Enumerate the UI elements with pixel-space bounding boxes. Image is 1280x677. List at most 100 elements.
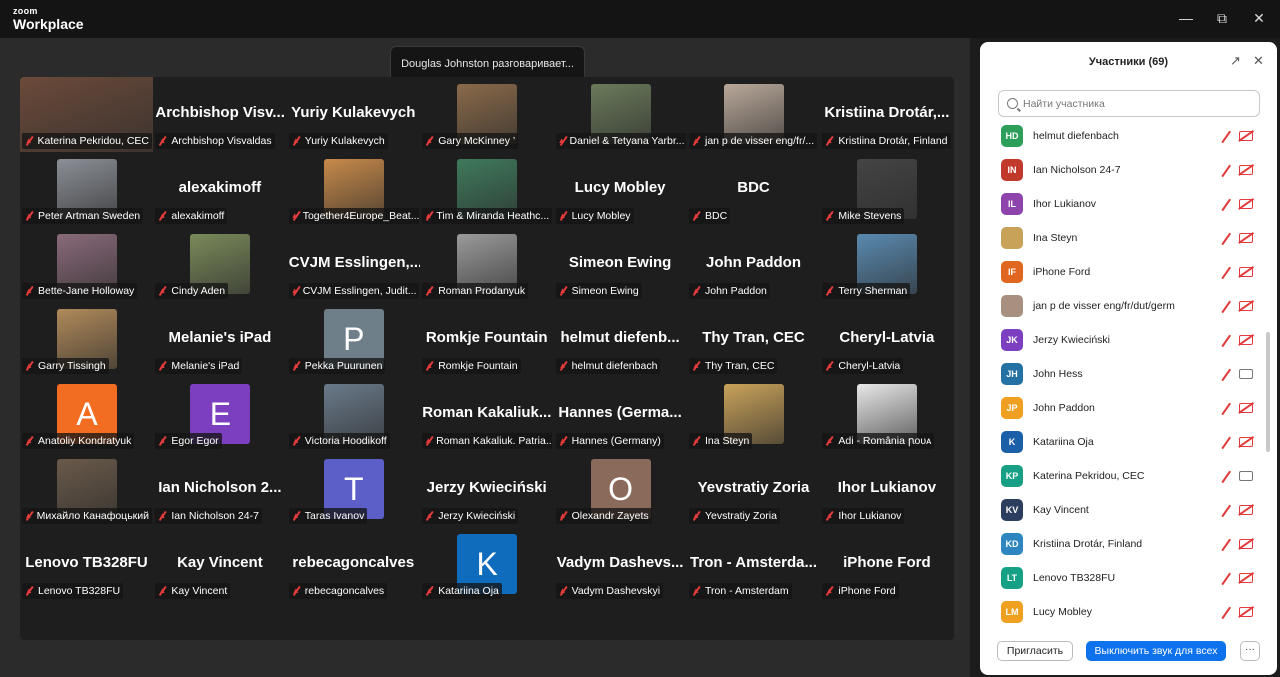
- muted-mic-icon[interactable]: [1219, 367, 1233, 381]
- video-tile[interactable]: ▲ Together4Europe_Beat...: [286, 152, 420, 227]
- video-tile[interactable]: K ▲ Katariina Oja: [420, 527, 554, 602]
- video-tile[interactable]: O ▲ Olexandr Zayets: [553, 452, 687, 527]
- video-tile[interactable]: ▲ Михайло Канафоцький: [20, 452, 153, 527]
- participant-row[interactable]: JP John Paddon: [980, 391, 1265, 425]
- video-tile[interactable]: CVJM Esslingen,... ▲ CVJM Esslingen, Judit…: [286, 227, 420, 302]
- participant-row[interactable]: LM Lucy Mobley: [980, 595, 1265, 629]
- close-icon[interactable]: ✕: [1249, 9, 1269, 27]
- muted-mic-icon[interactable]: [1219, 163, 1233, 177]
- camera-off-icon[interactable]: [1239, 437, 1253, 447]
- video-tile[interactable]: ▲ jan p de visser eng/fr/...: [687, 77, 820, 152]
- video-tile[interactable]: A ▲ Anatoliy Kondratyuk: [20, 377, 153, 452]
- muted-mic-icon[interactable]: [1219, 299, 1233, 313]
- video-tile[interactable]: ▲ Daniel & Tetyana Yarbr...: [553, 77, 687, 152]
- camera-off-icon[interactable]: [1239, 199, 1253, 209]
- participant-row[interactable]: JK Jerzy Kwieciński: [980, 323, 1265, 357]
- restore-icon[interactable]: ⧉: [1212, 9, 1232, 27]
- video-tile[interactable]: Kay Vincent ▲ Kay Vincent: [153, 527, 287, 602]
- video-tile[interactable]: Cheryl-Latvia ▲ Cheryl-Latvia: [820, 302, 954, 377]
- camera-off-icon[interactable]: [1239, 267, 1253, 277]
- video-tile[interactable]: Romkje Fountain ▲ Romkje Fountain: [420, 302, 554, 377]
- video-tile[interactable]: helmut diefenb... ▲ helmut diefenbach: [553, 302, 687, 377]
- muted-mic-icon[interactable]: [1219, 469, 1233, 483]
- camera-off-icon[interactable]: [1239, 301, 1253, 311]
- video-tile[interactable]: ▲ Adi - România ꞃoᴜᴀ: [820, 377, 954, 452]
- muted-mic-icon[interactable]: [1219, 265, 1233, 279]
- close-panel-icon[interactable]: ✕: [1253, 54, 1264, 68]
- video-tile[interactable]: Jerzy Kwieciński ▲ Jerzy Kwieciński: [420, 452, 554, 527]
- video-tile[interactable]: alexakimoff ▲ alexakimoff: [153, 152, 287, 227]
- video-tile[interactable]: Vadym Dashevs... ▲ Vadym Dashevskyi: [553, 527, 687, 602]
- video-tile[interactable]: Simeon Ewing ▲ Simeon Ewing: [553, 227, 687, 302]
- minimize-icon[interactable]: —: [1176, 9, 1196, 27]
- muted-mic-icon[interactable]: [1219, 231, 1233, 245]
- video-tile[interactable]: BDC ▲ BDC: [687, 152, 820, 227]
- more-options-button[interactable]: ···: [1240, 641, 1260, 661]
- video-tile[interactable]: T ▲ Taras Ivanov: [286, 452, 420, 527]
- muted-mic-icon[interactable]: [1219, 129, 1233, 143]
- video-tile[interactable]: ▲ Bette-Jane Holloway: [20, 227, 153, 302]
- participant-row[interactable]: JH John Hess: [980, 357, 1265, 391]
- camera-off-icon[interactable]: [1239, 403, 1253, 413]
- participant-row[interactable]: KP Katerina Pekridou, CEC: [980, 459, 1265, 493]
- video-tile[interactable]: Ian Nicholson 2... ▲ Ian Nicholson 24-7: [153, 452, 287, 527]
- pop-out-icon[interactable]: ↗: [1230, 54, 1241, 68]
- video-tile[interactable]: P ▲ Pekka Puurunen: [286, 302, 420, 377]
- camera-icon[interactable]: [1239, 369, 1253, 379]
- camera-off-icon[interactable]: [1239, 539, 1253, 549]
- camera-off-icon[interactable]: [1239, 573, 1253, 583]
- video-tile[interactable]: rebecagoncalves ▲ rebecagoncalves: [286, 527, 420, 602]
- video-tile[interactable]: ▲ Cindy Aden: [153, 227, 287, 302]
- muted-mic-icon[interactable]: [1219, 435, 1233, 449]
- video-tile[interactable]: ▲ Terry Sherman: [820, 227, 954, 302]
- muted-mic-icon[interactable]: [1219, 605, 1233, 619]
- camera-off-icon[interactable]: [1239, 607, 1253, 617]
- video-tile[interactable]: Yuriy Kulakevych ▲ Yuriy Kulakevych: [286, 77, 420, 152]
- video-tile[interactable]: E ▲ Egor Egor: [153, 377, 287, 452]
- muted-mic-icon[interactable]: [1219, 503, 1233, 517]
- muted-mic-icon[interactable]: [1219, 197, 1233, 211]
- muted-mic-icon[interactable]: [1219, 333, 1233, 347]
- video-tile[interactable]: Kristiina Drotár,... ▲ Kristiina Drotár, F…: [820, 77, 954, 152]
- participant-row[interactable]: HD helmut diefenbach: [980, 119, 1265, 153]
- video-tile[interactable]: ▲ Katerina Pekridou, CEC: [20, 77, 153, 152]
- video-tile[interactable]: Lucy Mobley ▲ Lucy Mobley: [553, 152, 687, 227]
- video-tile[interactable]: iPhone Ford ▲ iPhone Ford: [820, 527, 954, 602]
- camera-off-icon[interactable]: [1239, 131, 1253, 141]
- video-tile[interactable]: Thy Tran, CEC ▲ Thy Tran, CEC: [687, 302, 820, 377]
- video-tile[interactable]: ▲ Mike Stevens: [820, 152, 954, 227]
- video-tile[interactable]: Lenovo TB328FU ▲ Lenovo TB328FU: [20, 527, 153, 602]
- list-scrollbar[interactable]: [1266, 332, 1270, 452]
- camera-icon[interactable]: [1239, 471, 1253, 481]
- participant-row[interactable]: Ina Steyn: [980, 221, 1265, 255]
- video-tile[interactable]: Ihor Lukianov ▲ Ihor Lukianov: [820, 452, 954, 527]
- muted-mic-icon[interactable]: [1219, 571, 1233, 585]
- camera-off-icon[interactable]: [1239, 335, 1253, 345]
- video-tile[interactable]: ▲ Victoria Hoodikoff: [286, 377, 420, 452]
- participant-row[interactable]: jan p de visser eng/fr/dut/germ: [980, 289, 1265, 323]
- video-tile[interactable]: Tron - Amsterda... ▲ Tron - Amsterdam: [687, 527, 820, 602]
- camera-off-icon[interactable]: [1239, 165, 1253, 175]
- participant-row[interactable]: IF iPhone Ford: [980, 255, 1265, 289]
- camera-off-icon[interactable]: [1239, 505, 1253, 515]
- video-tile[interactable]: Archbishop Visv... ▲ Archbishop Visvaldas: [153, 77, 287, 152]
- video-tile[interactable]: ▲ Roman Prodanyuk: [420, 227, 554, 302]
- participant-row[interactable]: IN Ian Nicholson 24-7: [980, 153, 1265, 187]
- participant-row[interactable]: IL Ihor Lukianov: [980, 187, 1265, 221]
- video-tile[interactable]: John Paddon ▲ John Paddon: [687, 227, 820, 302]
- video-tile[interactable]: ▲ Ina Steyn: [687, 377, 820, 452]
- participant-search[interactable]: [998, 90, 1260, 117]
- video-tile[interactable]: Roman Kakaliuk... ▲ Roman Kakaliuk. Patria…: [420, 377, 554, 452]
- participant-row[interactable]: K Katariina Oja: [980, 425, 1265, 459]
- participant-row[interactable]: LT Lenovo TB328FU: [980, 561, 1265, 595]
- participant-row[interactable]: KD Kristiina Drotár, Finland: [980, 527, 1265, 561]
- video-tile[interactable]: Yevstratiy Zoria ▲ Yevstratiy Zoria: [687, 452, 820, 527]
- camera-off-icon[interactable]: [1239, 233, 1253, 243]
- video-tile[interactable]: Hannes (Germa... ▲ Hannes (Germany): [553, 377, 687, 452]
- search-input[interactable]: [1023, 97, 1243, 110]
- video-tile[interactable]: ▲ Garry Tissingh: [20, 302, 153, 377]
- video-tile[interactable]: ▲ Peter Artman Sweden: [20, 152, 153, 227]
- participant-row[interactable]: KV Kay Vincent: [980, 493, 1265, 527]
- video-tile[interactable]: ▲ Tim & Miranda Heathc...: [420, 152, 554, 227]
- invite-button[interactable]: Пригласить: [997, 641, 1073, 661]
